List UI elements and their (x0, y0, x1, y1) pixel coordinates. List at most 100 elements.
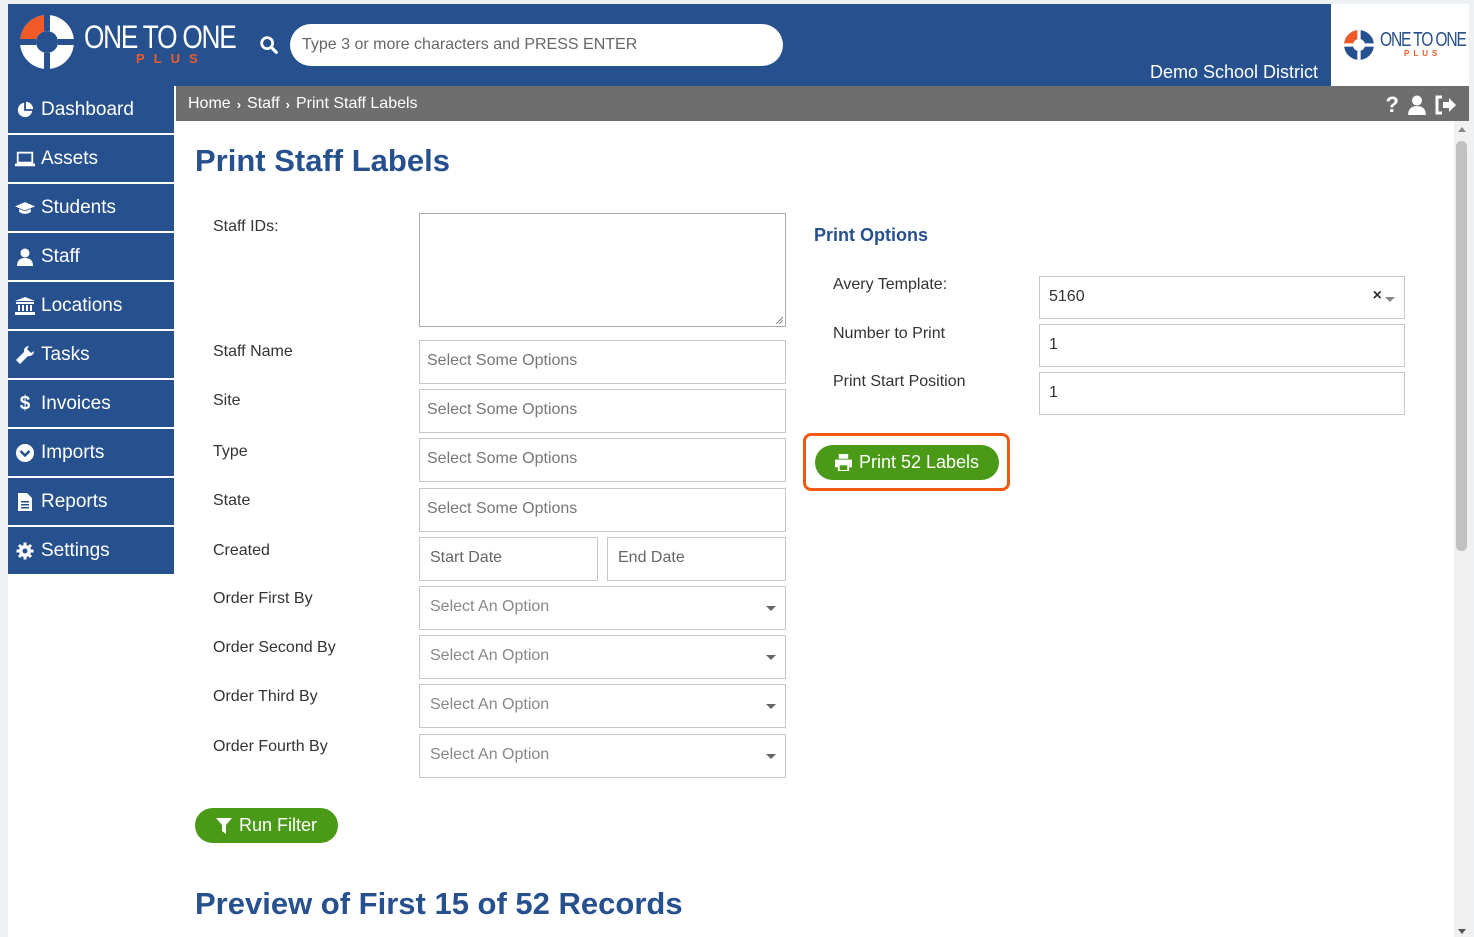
print-start-position-input[interactable]: 1 (1039, 372, 1405, 415)
sidebar-item-dashboard[interactable]: Dashboard (8, 86, 174, 133)
sidebar-item-invoices[interactable]: $ Invoices (8, 380, 174, 427)
header-actions: ? (1386, 92, 1457, 118)
print-labels-label: Print 52 Labels (858, 452, 980, 472)
chevron-circle-down-icon (15, 443, 35, 463)
chevron-right-icon: › (236, 96, 242, 112)
brand-logo[interactable]: ONE TO ONE PLUS (18, 13, 237, 71)
staff-ids-textarea[interactable] (419, 213, 786, 327)
file-icon (15, 492, 35, 512)
top-header: ONE TO ONE PLUS Demo School District ONE… (8, 4, 1469, 86)
state-label: State (213, 492, 251, 509)
sidebar-item-label: Students (41, 196, 116, 218)
run-filter-label: Run Filter (238, 815, 318, 835)
sidebar-item-locations[interactable]: Locations (8, 282, 174, 329)
avery-template-value: 5160 (1049, 288, 1085, 305)
sidebar-item-label: Imports (41, 441, 105, 463)
wrench-icon (15, 345, 35, 365)
number-to-print-label: Number to Print (833, 325, 946, 342)
order-third-label: Order Third By (213, 688, 318, 705)
sidebar-item-students[interactable]: Students (8, 184, 174, 231)
print-start-position-label: Print Start Position (833, 373, 966, 390)
sidebar-item-settings[interactable]: Settings (8, 527, 174, 574)
order-second-select[interactable]: Select An Option (419, 635, 786, 679)
caret-down-icon (766, 704, 776, 709)
order-second-value: Select An Option (430, 647, 550, 664)
chevron-right-icon: › (285, 96, 290, 112)
sidebar-item-tasks[interactable]: Tasks (8, 331, 174, 378)
end-date-input[interactable]: End Date (607, 537, 786, 581)
run-filter-button[interactable]: Run Filter (195, 808, 338, 843)
breadcrumb-home[interactable]: Home (188, 95, 231, 113)
order-fourth-select[interactable]: Select An Option (419, 734, 786, 778)
district-logo-subtext: PLUS (1404, 49, 1442, 58)
order-second-label: Order Second By (213, 639, 336, 656)
logout-icon[interactable] (1435, 95, 1457, 115)
scrollbar-thumb[interactable] (1456, 141, 1467, 551)
order-first-label: Order First By (213, 590, 313, 607)
caret-down-icon (766, 655, 776, 660)
order-first-select[interactable]: Select An Option (419, 586, 786, 630)
sidebar-item-assets[interactable]: Assets (8, 135, 174, 182)
resize-handle-icon[interactable] (775, 316, 783, 324)
sidebar-item-label: Tasks (41, 343, 90, 365)
order-fourth-value: Select An Option (430, 746, 550, 763)
number-to-print-input[interactable]: 1 (1039, 324, 1405, 367)
staff-name-label: Staff Name (213, 343, 293, 360)
user-icon (15, 247, 35, 267)
sidebar-item-label: Staff (41, 245, 80, 267)
building-icon (15, 296, 35, 316)
site-label: Site (213, 392, 241, 409)
state-multiselect[interactable]: Select Some Options (419, 488, 786, 532)
main-content: Print Staff Labels Staff IDs: Staff Name… (176, 121, 1454, 937)
filter-icon (215, 817, 232, 834)
app-window: ONE TO ONE PLUS Demo School District ONE… (8, 4, 1469, 937)
lifebuoy-small-icon (1344, 30, 1374, 60)
search-icon[interactable] (258, 34, 280, 56)
district-name: Demo School District (1150, 62, 1319, 82)
order-third-select[interactable]: Select An Option (419, 684, 786, 728)
sidebar-item-reports[interactable]: Reports (8, 478, 174, 525)
scroll-down-icon[interactable] (1458, 929, 1466, 934)
start-date-input[interactable]: Start Date (419, 537, 598, 581)
lifebuoy-logo-icon (20, 15, 74, 69)
sidebar-item-label: Invoices (41, 392, 111, 414)
sidebar-item-label: Locations (41, 294, 123, 316)
print-labels-button[interactable]: Print 52 Labels (815, 445, 999, 480)
main-scrollbar[interactable] (1454, 121, 1469, 937)
order-fourth-label: Order Fourth By (213, 738, 328, 755)
sidebar-item-label: Dashboard (41, 98, 134, 120)
brand-logo-subtext: PLUS (136, 51, 207, 66)
breadcrumb-current: Print Staff Labels (296, 95, 418, 112)
district-logo: ONE TO ONE PLUS (1331, 4, 1469, 86)
site-multiselect[interactable]: Select Some Options (419, 389, 786, 433)
breadcrumb-bar: Home › Staff › Print Staff Labels ? (176, 86, 1469, 121)
staff-ids-label: Staff IDs: (213, 218, 279, 235)
avery-template-select[interactable]: 5160 × (1039, 276, 1405, 319)
sidebar-item-staff[interactable]: Staff (8, 233, 174, 280)
sidebar-item-imports[interactable]: Imports (8, 429, 174, 476)
breadcrumb-staff[interactable]: Staff (247, 95, 280, 113)
sidebar-item-label: Settings (41, 539, 110, 561)
dollar-icon: $ (19, 392, 31, 414)
caret-down-icon[interactable] (1385, 297, 1395, 302)
type-label: Type (213, 443, 248, 460)
scroll-up-icon[interactable] (1458, 127, 1466, 132)
graduation-cap-icon (15, 198, 35, 218)
laptop-icon (15, 149, 35, 169)
gear-icon (15, 541, 35, 561)
order-first-value: Select An Option (430, 598, 550, 615)
type-multiselect[interactable]: Select Some Options (419, 438, 786, 482)
print-options-title: Print Options (814, 225, 928, 245)
global-search-input[interactable] (290, 24, 783, 66)
breadcrumb: Home › Staff › Print Staff Labels (188, 95, 418, 113)
page-title: Print Staff Labels (195, 143, 450, 178)
avery-template-label: Avery Template: (833, 276, 948, 293)
sidebar-item-label: Reports (41, 490, 108, 512)
clear-icon[interactable]: × (1373, 287, 1382, 305)
staff-name-multiselect[interactable]: Select Some Options (419, 340, 786, 384)
sidebar-nav: Dashboard Assets Students Staff Location… (8, 86, 174, 576)
help-icon[interactable]: ? (1386, 92, 1399, 118)
sidebar-item-label: Assets (41, 147, 99, 169)
user-profile-icon[interactable] (1407, 95, 1427, 115)
preview-title: Preview of First 15 of 52 Records (195, 886, 683, 921)
